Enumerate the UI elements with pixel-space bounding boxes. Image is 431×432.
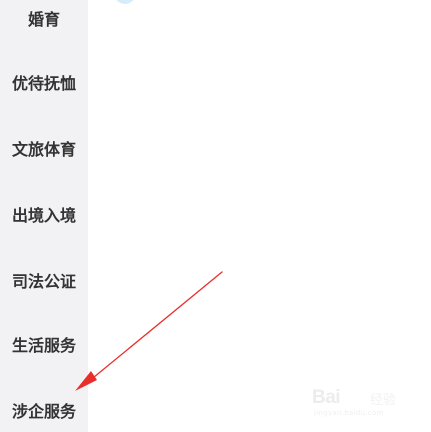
watermark-suffix: 经验	[370, 393, 397, 408]
sidebar-item-label: 文旅体育	[11, 140, 76, 159]
watermark-url: jingyan.baidu.com	[314, 409, 384, 417]
sidebar-item-label: 出境入境	[11, 206, 76, 225]
sidebar-item-life-services[interactable]: 生活服务	[0, 328, 88, 360]
baidu-jingyan-watermark: Bai 经验 jingyan.baidu.com	[312, 378, 416, 420]
sidebar-item-label: 司法公证	[11, 272, 76, 291]
sidebar-item-preferential-treatment[interactable]: 优待抚恤	[0, 66, 88, 98]
app-screen: 婚育 优待抚恤 文旅体育 出境入境 司法公证 生活服务 涉企服务 Bai 经验 …	[0, 0, 431, 432]
category-sidebar: 婚育 优待抚恤 文旅体育 出境入境 司法公证 生活服务 涉企服务	[0, 0, 88, 432]
sidebar-item-culture-tourism-sports[interactable]: 文旅体育	[0, 132, 88, 164]
watermark-brand: Bai	[312, 387, 341, 408]
sidebar-item-label: 生活服务	[11, 336, 76, 355]
sidebar-item-label: 涉企服务	[11, 402, 76, 421]
sidebar-item-judicial-notary[interactable]: 司法公证	[0, 264, 88, 296]
sidebar-item-label: 婚育	[27, 10, 60, 29]
sidebar-item-enterprise-services[interactable]: 涉企服务	[0, 394, 88, 426]
arrow-shaft	[87, 271, 223, 383]
top-avatar-fragment	[114, 0, 136, 4]
sidebar-item-marriage[interactable]: 婚育	[0, 2, 88, 34]
sidebar-item-label: 优待抚恤	[11, 74, 76, 93]
sidebar-item-exit-entry[interactable]: 出境入境	[0, 198, 88, 230]
